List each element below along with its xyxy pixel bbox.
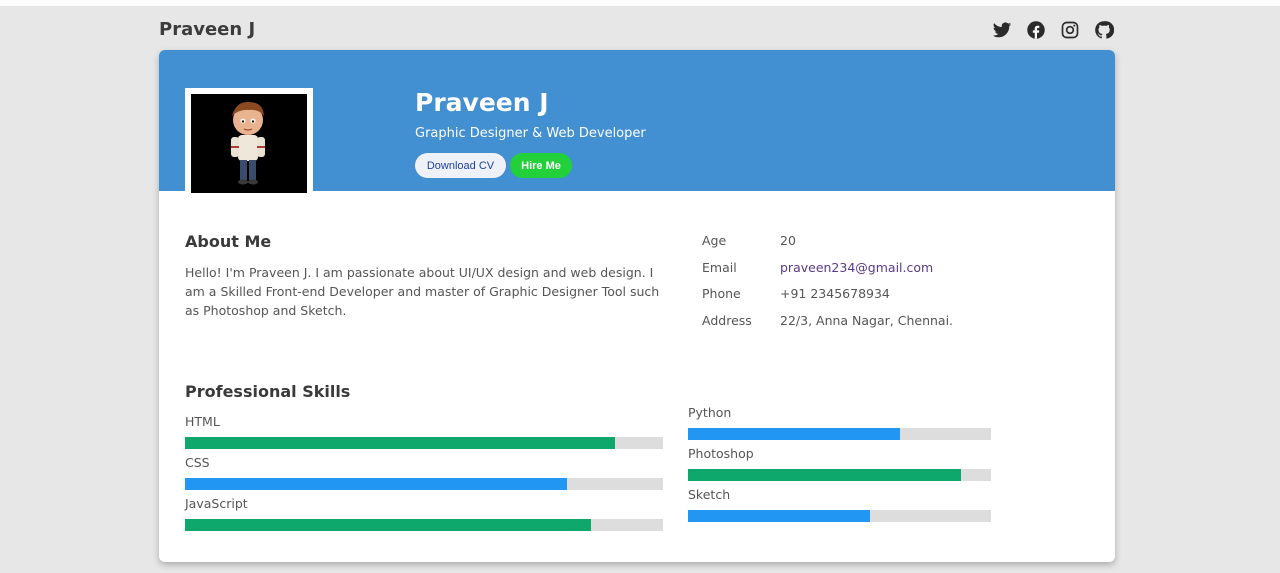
skill-bar-fill [688, 469, 961, 481]
info-row-age: Age 20 [702, 233, 953, 260]
profile-name: Praveen J [415, 88, 549, 117]
profile-card: Praveen J Graphic Designer & Web Develop… [159, 50, 1115, 562]
skill-bar-fill [185, 478, 568, 490]
about-text: Hello! I'm Praveen J. I am passionate ab… [185, 265, 660, 318]
avatar [191, 94, 307, 193]
skill-photoshop: Photoshop [688, 445, 991, 481]
skill-bar-fill [688, 428, 901, 440]
skill-javascript: JavaScript [185, 495, 663, 531]
hire-me-button[interactable]: Hire Me [510, 153, 572, 178]
site-brand[interactable]: Praveen J [159, 19, 255, 40]
info-label: Address [702, 312, 752, 328]
info-row-email: Email praveen234@gmail.com [702, 260, 953, 287]
email-link[interactable]: praveen234@gmail.com [780, 260, 933, 287]
info-value: +91 2345678934 [780, 286, 890, 301]
info-label: Email [702, 259, 737, 275]
facebook-icon[interactable] [1026, 20, 1046, 40]
skill-track [688, 428, 991, 440]
social-links [992, 20, 1114, 40]
skill-bar-fill [185, 437, 616, 449]
instagram-icon[interactable] [1060, 20, 1080, 40]
skill-sketch: Sketch [688, 486, 991, 522]
skill-label: CSS [185, 455, 210, 470]
skill-track [185, 478, 663, 490]
skill-track [688, 510, 991, 522]
info-value: 22/3, Anna Nagar, Chennai. [780, 312, 954, 328]
info-label: Age [702, 233, 727, 248]
skill-track [688, 469, 991, 481]
info-value: 20 [780, 233, 796, 248]
skill-bar-fill [185, 519, 592, 531]
download-cv-button[interactable]: Download CV [415, 153, 506, 178]
skill-track [185, 519, 663, 531]
skill-label: Sketch [688, 487, 731, 502]
skill-label: Python [688, 405, 732, 420]
skills-title: Professional Skills [185, 382, 351, 401]
profile-subtitle: Graphic Designer & Web Developer [415, 126, 646, 141]
skill-html: HTML [185, 413, 663, 449]
info-list: Age 20 Email praveen234@gmail.com Phone … [702, 233, 953, 339]
twitter-icon[interactable] [992, 20, 1012, 40]
skill-css: CSS [185, 454, 663, 490]
info-label: Phone [702, 286, 741, 301]
avatar-frame [185, 88, 313, 201]
skill-python: Python [688, 404, 991, 440]
skill-track [185, 437, 663, 449]
github-icon[interactable] [1094, 20, 1114, 40]
about-title: About Me [185, 232, 272, 251]
skill-label: JavaScript [185, 496, 248, 511]
skill-bar-fill [688, 510, 870, 522]
skill-label: Photoshop [688, 446, 754, 461]
info-row-phone: Phone +91 2345678934 [702, 286, 953, 313]
info-row-address: Address 22/3, Anna Nagar, Chennai. [702, 313, 953, 340]
skill-label: HTML [185, 414, 220, 429]
top-strip [0, 0, 1280, 6]
